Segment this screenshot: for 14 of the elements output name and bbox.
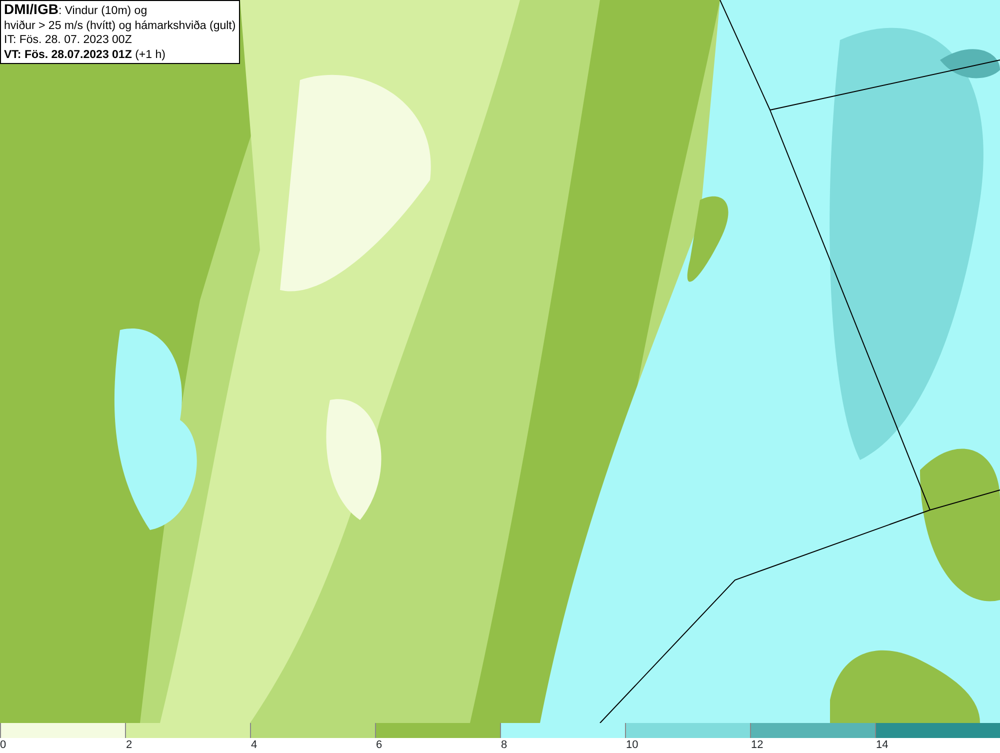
legend-tick-label: 2 — [126, 738, 132, 752]
legend-tick-label: 8 — [501, 738, 508, 752]
map-title: : Vindur (10m) og — [58, 5, 148, 17]
valid-time: VT: Fös. 28.07.2023 01Z — [4, 48, 132, 60]
init-time: IT: Fös. 28. 07. 2023 00Z — [4, 33, 133, 48]
legend-tick-label: 6 — [376, 738, 382, 752]
legend-tick-label: 10 — [626, 738, 638, 752]
source-label: DMI/IGB — [4, 1, 58, 17]
legend-tick-label: 4 — [251, 738, 258, 752]
legend-tick-label: 0 — [0, 738, 6, 752]
lead-time: (+1 h) — [135, 48, 166, 60]
legend-tick-label: 12 — [751, 738, 764, 752]
legend-tick-label: 14 — [876, 738, 888, 752]
map-subtitle: hviður > 25 m/s (hvítt) og hámarkshviða (gult) — [4, 18, 236, 33]
